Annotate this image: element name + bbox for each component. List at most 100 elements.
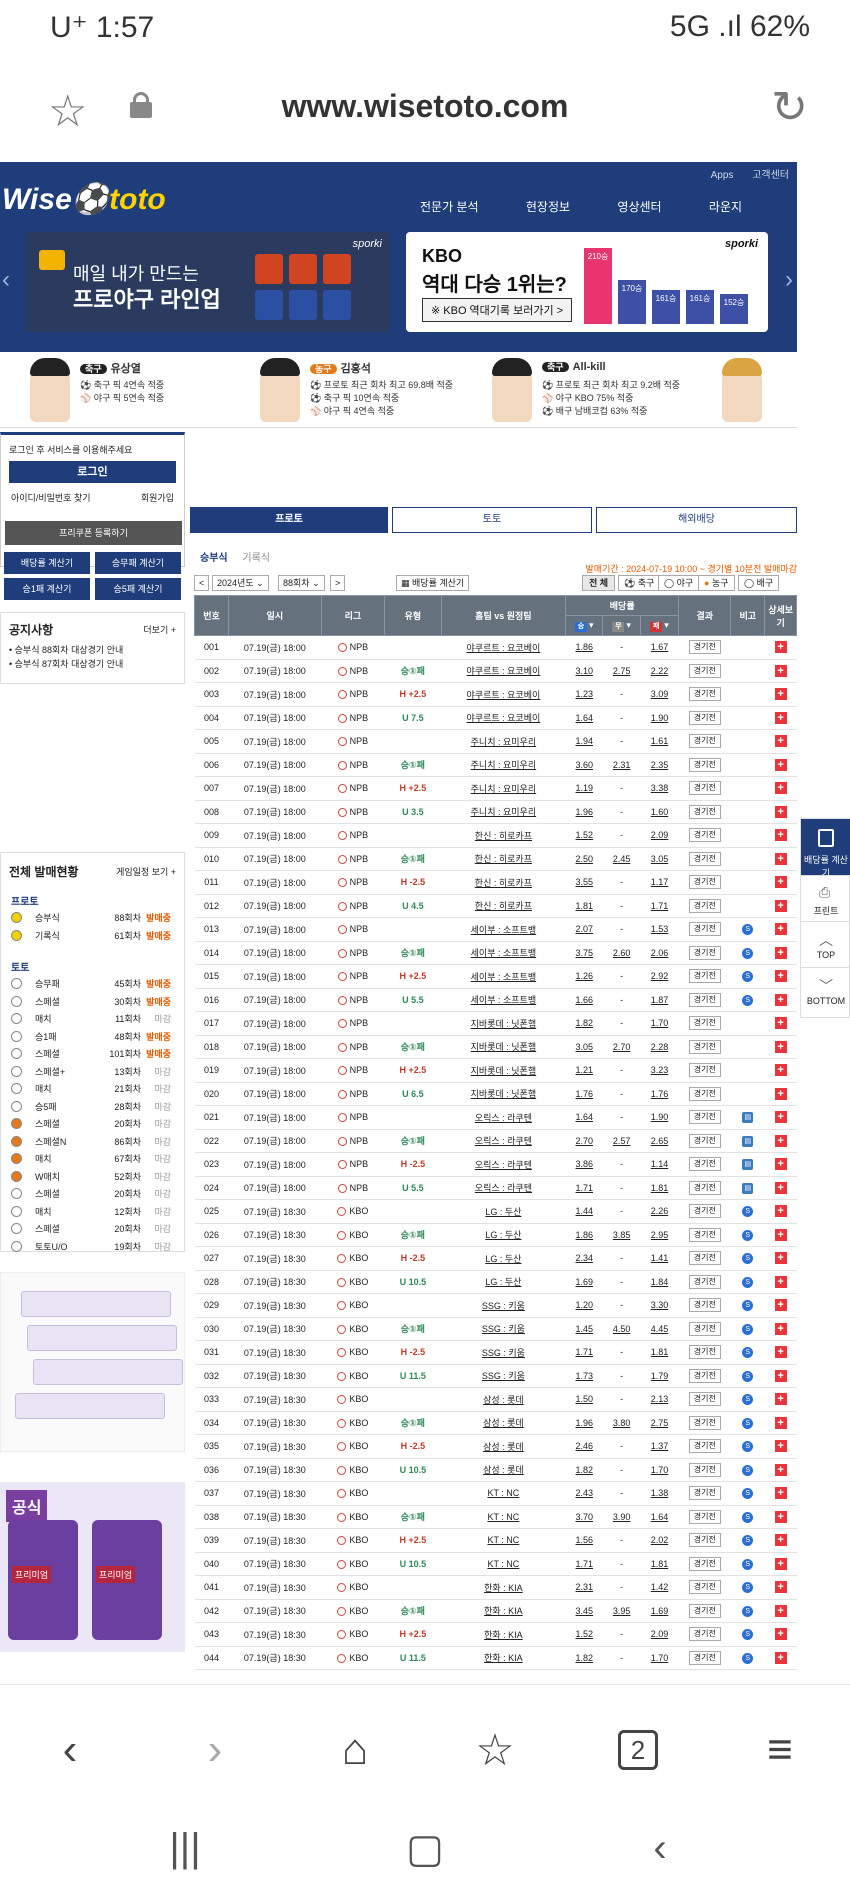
detail-plus-icon[interactable]: + bbox=[774, 1111, 787, 1124]
match-teams[interactable]: LG : 두산 bbox=[485, 1230, 521, 1240]
rail-print[interactable]: ⎙ 프린트 bbox=[801, 875, 850, 921]
result-button[interactable]: 경기전 bbox=[688, 1580, 721, 1595]
odds-lose[interactable]: 2.09 bbox=[651, 830, 669, 840]
odds-lose[interactable]: 1.64 bbox=[651, 1512, 669, 1522]
odds-draw[interactable]: 2.57 bbox=[613, 1136, 631, 1146]
detail-plus-icon[interactable]: + bbox=[774, 1064, 787, 1077]
sales-row[interactable]: 스페셜 20회차 마감 bbox=[11, 1187, 171, 1201]
odds-win[interactable]: 1.82 bbox=[576, 1018, 594, 1028]
bookmarks-icon[interactable]: ☆ bbox=[455, 1725, 535, 1776]
detail-plus-icon[interactable]: + bbox=[774, 1087, 787, 1100]
result-button[interactable]: 경기전 bbox=[688, 640, 721, 655]
odds-win[interactable]: 1.81 bbox=[576, 901, 594, 911]
match-teams[interactable]: 한화 : KIA bbox=[484, 1630, 523, 1640]
odds-win[interactable]: 1.96 bbox=[576, 1418, 594, 1428]
result-button[interactable]: 경기전 bbox=[688, 1462, 721, 1477]
result-button[interactable]: 경기전 bbox=[688, 1650, 721, 1665]
odds-lose-sort[interactable]: 패 ▾ bbox=[639, 615, 680, 636]
broadcast-icon[interactable]: S bbox=[742, 1652, 754, 1664]
menu-icon[interactable]: ≡ bbox=[740, 1725, 820, 1775]
odds-lose[interactable]: 4.45 bbox=[651, 1324, 669, 1334]
back-system-icon[interactable]: ‹ bbox=[620, 1826, 700, 1871]
detail-plus-icon[interactable]: + bbox=[774, 1604, 787, 1617]
match-teams[interactable]: 주니치 : 요미우리 bbox=[471, 807, 536, 817]
odds-win[interactable]: 2.43 bbox=[576, 1488, 594, 1498]
nav-lounge[interactable]: 라운지 bbox=[709, 200, 742, 214]
odds-draw[interactable]: - bbox=[620, 830, 623, 840]
detail-plus-icon[interactable]: + bbox=[774, 1346, 787, 1359]
match-teams[interactable]: 세이부 : 소프트뱅 bbox=[471, 995, 536, 1005]
odds-lose[interactable]: 1.70 bbox=[651, 1465, 669, 1475]
match-teams[interactable]: 세이부 : 소프트뱅 bbox=[471, 948, 536, 958]
odds-lose[interactable]: 3.23 bbox=[651, 1065, 669, 1075]
odds-win[interactable]: 1.71 bbox=[576, 1559, 594, 1569]
detail-plus-icon[interactable]: + bbox=[774, 1158, 787, 1171]
sales-row[interactable]: 승부식 88회차 발매중 bbox=[11, 911, 171, 925]
sales-row[interactable]: 매치 21회차 마감 bbox=[11, 1082, 171, 1096]
odds-lose[interactable]: 1.17 bbox=[651, 877, 669, 887]
odds-draw[interactable]: 3.95 bbox=[613, 1606, 631, 1616]
sales-row[interactable]: 토토U/O 19회차 마감 bbox=[11, 1240, 171, 1254]
odds-lose[interactable]: 2.95 bbox=[651, 1230, 669, 1240]
match-teams[interactable]: LG : 두산 bbox=[485, 1277, 521, 1287]
expert-card[interactable]: 축구 유상열 ⚽ 축구 픽 4연속 적중 ⚾ 야구 픽 5연속 적중 bbox=[8, 358, 228, 424]
result-button[interactable]: 경기전 bbox=[688, 1486, 721, 1501]
result-button[interactable]: 경기전 bbox=[688, 663, 721, 678]
result-button[interactable]: 경기전 bbox=[688, 898, 721, 913]
detail-plus-icon[interactable]: + bbox=[774, 641, 787, 654]
odds-draw[interactable]: - bbox=[620, 1089, 623, 1099]
result-button[interactable]: 경기전 bbox=[688, 828, 721, 843]
notice-more-link[interactable]: 더보기 + bbox=[143, 623, 176, 636]
odds-draw[interactable]: - bbox=[620, 783, 623, 793]
detail-plus-icon[interactable]: + bbox=[774, 1369, 787, 1382]
broadcast-icon[interactable]: S bbox=[742, 994, 754, 1006]
odds-win[interactable]: 3.86 bbox=[576, 1159, 594, 1169]
wdl-calc-button[interactable]: 승무패 계산기 bbox=[95, 552, 181, 574]
coupon-button[interactable]: 프리쿠폰 등록하기 bbox=[5, 521, 182, 545]
match-teams[interactable]: 오릭스 : 라쿠텐 bbox=[475, 1113, 532, 1123]
odds-lose[interactable]: 1.76 bbox=[651, 1089, 669, 1099]
banner-prev-icon[interactable]: ‹ bbox=[2, 266, 10, 294]
odds-lose[interactable]: 1.90 bbox=[651, 713, 669, 723]
rail-bottom[interactable]: ﹀ BOTTOM bbox=[801, 967, 850, 1013]
odds-lose[interactable]: 1.42 bbox=[651, 1582, 669, 1592]
filter-basketball[interactable]: ● 농구 bbox=[698, 575, 735, 591]
match-teams[interactable]: SSG : 키움 bbox=[482, 1348, 525, 1358]
result-button[interactable]: 경기전 bbox=[688, 1627, 721, 1642]
odds-draw[interactable]: - bbox=[620, 901, 623, 911]
match-teams[interactable]: SSG : 키움 bbox=[482, 1301, 525, 1311]
odds-win[interactable]: 3.05 bbox=[576, 1042, 594, 1052]
odds-lose[interactable]: 1.87 bbox=[651, 995, 669, 1005]
match-teams[interactable]: 주니치 : 요미우리 bbox=[471, 784, 536, 794]
home-system-icon[interactable]: ▢ bbox=[385, 1826, 465, 1872]
result-button[interactable]: 경기전 bbox=[688, 1368, 721, 1383]
odds-draw[interactable]: - bbox=[620, 1559, 623, 1569]
detail-plus-icon[interactable]: + bbox=[774, 1393, 787, 1406]
odds-lose[interactable]: 2.13 bbox=[651, 1394, 669, 1404]
broadcast-icon[interactable]: S bbox=[742, 1464, 754, 1476]
broadcast-icon[interactable]: S bbox=[742, 1605, 754, 1617]
banner-next-icon[interactable]: › bbox=[785, 266, 793, 294]
odds-lose[interactable]: 1.37 bbox=[651, 1441, 669, 1451]
sales-row[interactable]: 매치 12회차 마감 bbox=[11, 1205, 171, 1219]
detail-plus-icon[interactable]: + bbox=[774, 664, 787, 677]
detail-plus-icon[interactable]: + bbox=[774, 1440, 787, 1453]
match-teams[interactable]: 한신 : 히로카프 bbox=[475, 854, 532, 864]
sales-row[interactable]: 스페셜 20회차 마감 bbox=[11, 1117, 171, 1131]
result-button[interactable]: 경기전 bbox=[688, 875, 721, 890]
odds-win[interactable]: 1.44 bbox=[576, 1206, 594, 1216]
odds-draw[interactable]: 2.31 bbox=[613, 760, 631, 770]
odds-win[interactable]: 1.69 bbox=[576, 1277, 594, 1287]
w1l-calc-button[interactable]: 승1패 계산기 bbox=[4, 578, 90, 600]
banner-kbo-record[interactable]: KBO 역대 다승 1위는? ※ KBO 역대기록 보러가기 > sporki … bbox=[406, 232, 768, 332]
match-teams[interactable]: 야쿠르트 : 요코베이 bbox=[467, 690, 541, 700]
ad-premium-product[interactable]: 공식 프리미엄 프리미엄 bbox=[0, 1482, 185, 1652]
result-button[interactable]: 경기전 bbox=[688, 1392, 721, 1407]
result-button[interactable]: 경기전 bbox=[688, 1016, 721, 1031]
odds-lose[interactable]: 1.67 bbox=[651, 642, 669, 652]
banner-lineup[interactable]: 매일 내가 만드는 프로야구 라인업 sporki bbox=[25, 232, 390, 332]
tab-overseas[interactable]: 해외배당 bbox=[596, 507, 797, 533]
odds-draw[interactable]: - bbox=[620, 689, 623, 699]
expert-card[interactable]: 농구 김홍석 ⚽ 프로토 최근 회차 최고 69.8배 적중 ⚽ 축구 픽 10연… bbox=[238, 358, 458, 424]
odds-draw[interactable]: - bbox=[620, 1582, 623, 1592]
